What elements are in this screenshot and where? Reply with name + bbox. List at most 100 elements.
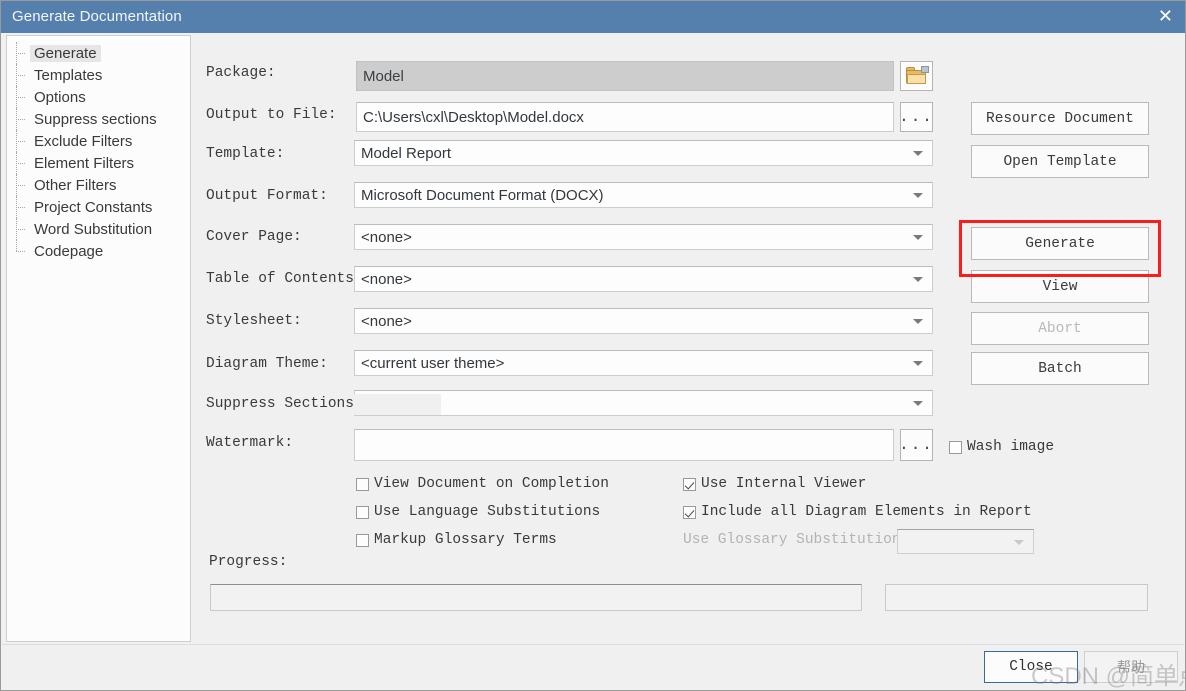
checkbox-include-all-diagram-elements[interactable]: Include all Diagram Elements in Report <box>683 504 1032 520</box>
template-combo[interactable]: Model Report <box>354 140 933 166</box>
chevron-down-icon <box>1014 539 1024 545</box>
sidebar-item-label: Project Constants <box>34 198 153 216</box>
close-x-icon[interactable]: ✕ <box>1158 6 1173 26</box>
diagram-theme-label: Diagram Theme: <box>206 356 328 372</box>
browse-output-file-button[interactable]: ... <box>899 102 934 132</box>
cover-page-label: Cover Page: <box>206 229 302 245</box>
generate-documentation-dialog: Generate Documentation ✕ Generate Templa… <box>0 0 1186 691</box>
checkbox-view-document-on-completion[interactable]: View Document on Completion <box>356 476 609 492</box>
checkbox-box <box>356 505 369 519</box>
checkbox-box <box>683 505 696 519</box>
table-of-contents-label: Table of Contents: <box>206 271 363 287</box>
checkbox-label: Use Language Substitutions <box>374 504 601 520</box>
package-label: Package: <box>206 65 276 81</box>
output-format-label: Output Format: <box>206 188 328 204</box>
generate-button[interactable]: Generate <box>971 227 1149 260</box>
watermark-input[interactable] <box>354 429 894 461</box>
sidebar-item-label: Codepage <box>34 242 104 260</box>
abort-button: Abort <box>971 312 1149 345</box>
table-of-contents-combo[interactable]: <none> <box>354 266 933 292</box>
ellipsis-icon: ... <box>899 108 934 126</box>
button-label: View <box>1042 278 1078 295</box>
checkbox-wash-image[interactable]: Wash image <box>949 439 1054 455</box>
template-value: Model Report <box>361 144 452 162</box>
chevron-down-icon <box>913 401 923 406</box>
batch-button[interactable]: Batch <box>971 352 1149 385</box>
checkbox-use-internal-viewer[interactable]: Use Internal Viewer <box>683 476 866 492</box>
sidebar-item-label: Options <box>34 88 86 106</box>
glossary-substitution-combo <box>897 529 1034 554</box>
checkbox-box <box>356 477 369 491</box>
help-button[interactable]: 帮助 <box>1084 651 1178 683</box>
table-of-contents-value: <none> <box>361 270 412 288</box>
sidebar-item-label: Exclude Filters <box>34 132 133 150</box>
sidebar-item-generate[interactable]: Generate <box>7 42 190 64</box>
chevron-down-icon <box>913 151 923 156</box>
chevron-down-icon <box>913 235 923 240</box>
close-button[interactable]: Close <box>984 651 1078 683</box>
window-title: Generate Documentation <box>12 8 182 25</box>
resource-document-button[interactable]: Resource Document <box>971 102 1149 135</box>
stylesheet-combo[interactable]: <none> <box>354 308 933 334</box>
chevron-down-icon <box>913 277 923 282</box>
button-label: Resource Document <box>986 110 1134 127</box>
sidebar-item-codepage[interactable]: Codepage <box>7 240 190 262</box>
sidebar-item-label: Word Substitution <box>34 220 153 238</box>
diagram-theme-combo[interactable]: <current user theme> <box>354 350 933 376</box>
suppress-sections-label: Suppress Sections <box>206 396 354 412</box>
sidebar-item-project-constants[interactable]: Project Constants <box>7 196 190 218</box>
sidebar-item-templates[interactable]: Templates <box>7 64 190 86</box>
sidebar-item-label: Element Filters <box>34 154 135 172</box>
sidebar-item-exclude-filters[interactable]: Exclude Filters <box>7 130 190 152</box>
ellipsis-icon: ... <box>899 436 934 454</box>
bottom-divider <box>2 644 1184 645</box>
package-field[interactable]: Model <box>356 61 894 91</box>
browse-watermark-button[interactable]: ... <box>899 429 934 461</box>
button-label: Close <box>1009 659 1053 675</box>
open-template-button[interactable]: Open Template <box>971 145 1149 178</box>
checkbox-label: Use Internal Viewer <box>701 476 867 492</box>
label-use-glossary-substitution: Use Glossary Substitution <box>683 532 901 548</box>
checkbox-label: Wash image <box>967 439 1055 455</box>
cover-page-combo[interactable]: <none> <box>354 224 933 250</box>
diagram-theme-value: <current user theme> <box>361 354 505 372</box>
navigation-tree: Generate Templates Options Suppress sect… <box>6 35 191 642</box>
output-format-value: Microsoft Document Format (DOCX) <box>361 186 604 204</box>
progress-label: Progress: <box>209 554 288 570</box>
stylesheet-value: <none> <box>361 312 412 330</box>
view-button[interactable]: View <box>971 270 1149 303</box>
browse-package-button[interactable] <box>900 61 933 91</box>
sidebar-item-label: Other Filters <box>34 176 117 194</box>
progress-bar-primary <box>210 584 862 611</box>
checkbox-label: View Document on Completion <box>374 476 609 492</box>
button-label: 帮助 <box>1117 659 1145 675</box>
title-bar: Generate Documentation ✕ <box>1 1 1185 33</box>
checkbox-label: Use Glossary Substitution <box>683 532 901 548</box>
button-label: Abort <box>1038 320 1082 337</box>
button-label: Generate <box>1025 235 1095 252</box>
sidebar-item-label: Generate <box>30 44 101 62</box>
checkbox-box <box>949 440 962 454</box>
checkbox-box <box>356 533 369 547</box>
output-format-combo[interactable]: Microsoft Document Format (DOCX) <box>354 182 933 208</box>
folder-icon <box>905 66 929 85</box>
sidebar-item-options[interactable]: Options <box>7 86 190 108</box>
sidebar-item-other-filters[interactable]: Other Filters <box>7 174 190 196</box>
sidebar-item-suppress-sections[interactable]: Suppress sections <box>7 108 190 130</box>
checkbox-label: Markup Glossary Terms <box>374 532 557 548</box>
output-to-file-label: Output to File: <box>206 107 337 123</box>
button-label: Open Template <box>1003 153 1117 170</box>
sidebar-item-element-filters[interactable]: Element Filters <box>7 152 190 174</box>
sidebar-item-word-substitution[interactable]: Word Substitution <box>7 218 190 240</box>
sidebar-item-label: Templates <box>34 66 103 84</box>
checkbox-label: Include all Diagram Elements in Report <box>701 504 1032 520</box>
checkbox-markup-glossary-terms[interactable]: Markup Glossary Terms <box>356 532 557 548</box>
sidebar-item-label: Suppress sections <box>34 110 157 128</box>
cover-page-value: <none> <box>361 228 412 246</box>
template-label: Template: <box>206 146 285 162</box>
chevron-down-icon <box>913 193 923 198</box>
checkbox-use-language-substitutions[interactable]: Use Language Substitutions <box>356 504 600 520</box>
button-label: Batch <box>1038 360 1082 377</box>
suppress-sections-overlay <box>354 394 441 415</box>
output-to-file-input[interactable]: C:\Users\cxl\Desktop\Model.docx <box>356 102 894 132</box>
